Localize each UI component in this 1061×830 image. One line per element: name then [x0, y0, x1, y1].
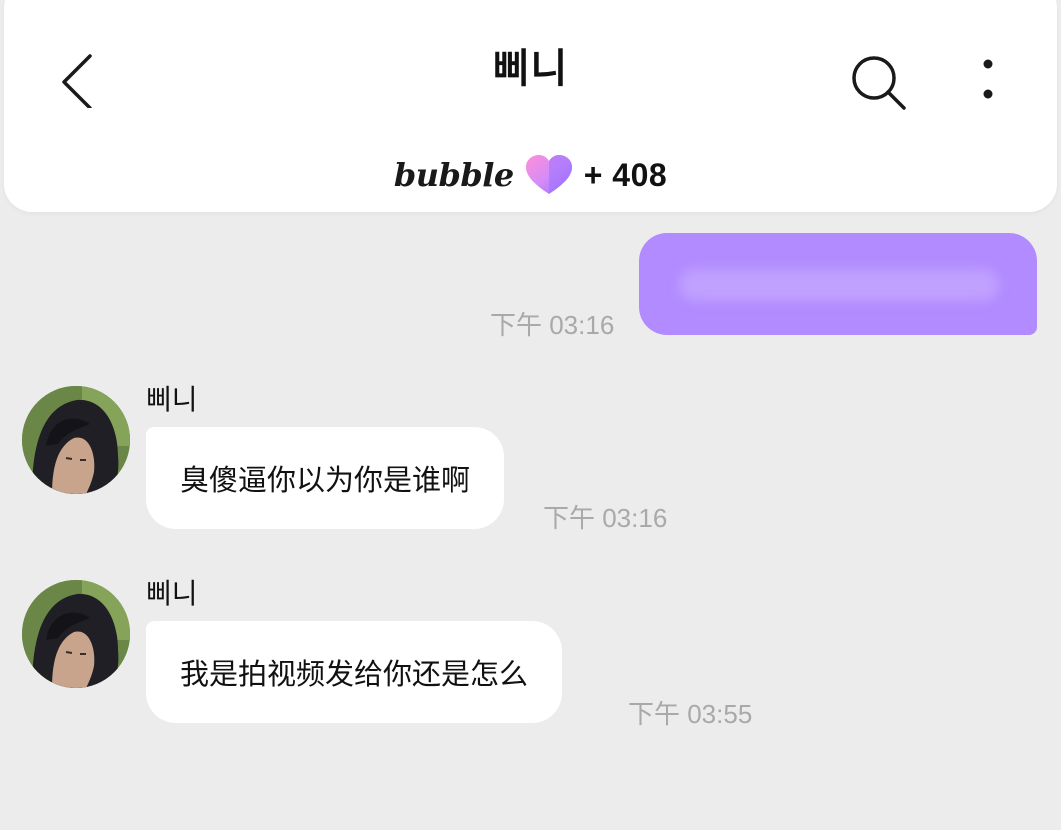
bubble-brand: bubble: [393, 156, 514, 194]
received-message-bubble[interactable]: 我是拍视频发给你还是怎么: [146, 621, 563, 723]
more-vertical-icon: [983, 59, 993, 99]
message-timestamp: 下午 03:16: [543, 503, 668, 533]
sender-name: 삐니: [146, 383, 198, 416]
sent-message-bubble[interactable]: [639, 233, 1037, 335]
search-button[interactable]: [848, 52, 910, 114]
subscription-row: bubble + 408: [4, 154, 1057, 196]
sender-name: 삐니: [146, 577, 198, 610]
more-options-button[interactable]: [970, 54, 1006, 114]
message-timestamp: 下午 03:16: [490, 310, 615, 340]
avatar-photo: [22, 386, 130, 494]
redacted-text: [679, 269, 999, 301]
received-message-bubble[interactable]: 臭傻逼你以为你是谁啊: [146, 427, 505, 529]
heart-icon: [525, 155, 572, 194]
message-timestamp: 下午 03:55: [628, 699, 753, 729]
bubble-count: + 408: [583, 156, 668, 193]
avatar-photo: [22, 580, 130, 688]
avatar[interactable]: [22, 386, 130, 494]
avatar[interactable]: [22, 580, 130, 688]
chat-header: 삐니 bubble + 408: [4, 0, 1057, 212]
search-icon: [852, 56, 906, 110]
